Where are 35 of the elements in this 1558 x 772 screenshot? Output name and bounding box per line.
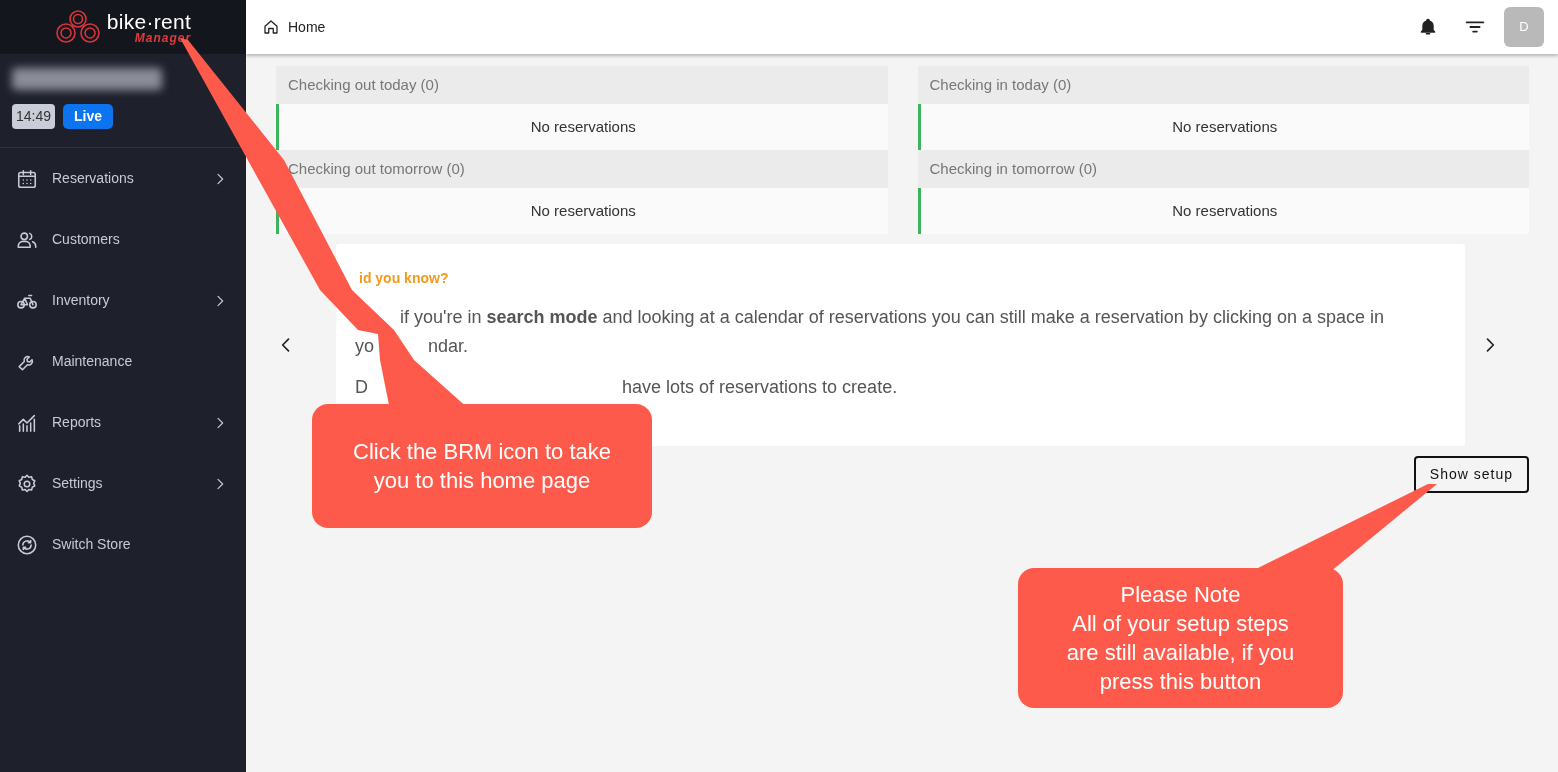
tip-text: if you're in search mode and looking at a calendar of reservations you can still make a reservation by clicking on a space in: [400, 306, 1384, 329]
empty-message: No reservations: [276, 104, 888, 150]
callout-title: Click the BRM icon to take you to this home page: [352, 438, 612, 495]
tip-text: ndar.: [428, 335, 469, 358]
tip-text: have lots of reservations to create.: [622, 376, 898, 399]
bell-icon[interactable]: [1418, 17, 1438, 37]
logo-text[interactable]: bike·rent: [106, 10, 192, 32]
empty-message: No reservations: [276, 188, 888, 234]
panel-header: Checking out today (0): [276, 66, 888, 104]
sidebar-item[interactable]: Inventory: [0, 270, 246, 331]
show-setup-button[interactable]: Show setup: [1413, 456, 1529, 493]
tip-title: id you know?: [359, 269, 450, 288]
sidebar-item[interactable]: Maintenance: [0, 331, 246, 392]
sidebar-item[interactable]: Reports: [0, 392, 246, 453]
clock-badge: 14:49: [12, 104, 56, 129]
panel-header: Checking out tomorrow (0): [276, 150, 888, 188]
logo-icon[interactable]: [54, 9, 101, 45]
callout-title: Please Note: [1120, 581, 1241, 609]
panel-header: Checking in tomorrow (0): [917, 150, 1529, 188]
panel-header: Checking in today (0): [917, 66, 1529, 104]
sync-icon: [16, 533, 38, 556]
calendar-icon: [16, 167, 38, 190]
home-icon: [262, 18, 280, 36]
sidebar-item[interactable]: Settings: [0, 453, 246, 514]
status-badge: Live: [63, 104, 114, 129]
gear-icon: [16, 472, 38, 495]
callout-text: All of your setup steps are still available, if you press this button: [1065, 610, 1296, 696]
sidebar-item[interactable]: Switch Store: [0, 514, 246, 575]
empty-message: No reservations: [917, 104, 1529, 150]
empty-message: No reservations: [917, 188, 1529, 234]
tip-text: yo: [355, 335, 374, 358]
sidebar-item[interactable]: Customers: [0, 209, 246, 270]
breadcrumb[interactable]: Home: [288, 16, 326, 38]
tip-text: D: [355, 376, 368, 399]
sidebar-item[interactable]: Reservations: [0, 148, 246, 209]
